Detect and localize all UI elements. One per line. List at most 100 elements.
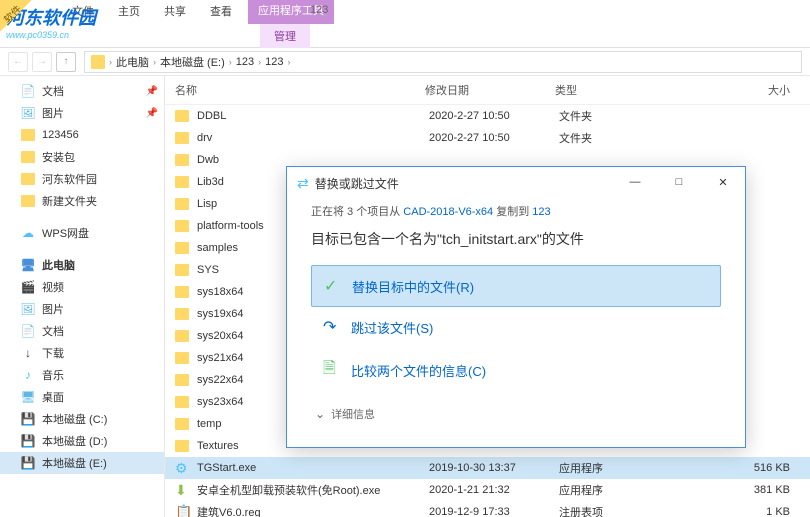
nav-up-button[interactable]: ↑ [56,52,76,72]
crumb-folder2[interactable]: 123 [265,56,283,68]
file-name: 安卓全机型卸载预装软件(免Root).exe [197,482,429,498]
sidebar-item[interactable]: 安装包 [0,146,164,168]
sidebar-item[interactable]: 123456 [0,124,164,146]
col-name[interactable]: 名称 [175,82,425,98]
nav-back-button[interactable]: ← [8,52,28,72]
dialog-titlebar: ⇄ 替换或跳过文件 — □ ✕ [287,167,745,199]
disk-icon: 💾 [20,433,36,449]
folder-icon [175,372,193,388]
col-size[interactable]: 大小 [655,82,800,98]
folder-icon [175,438,193,454]
reg-icon: 📋 [175,504,193,517]
music-icon: ♪ [20,367,36,383]
folder-icon [20,171,36,187]
sidebar-item-label: 本地磁盘 (C:) [42,411,107,427]
folder-icon [175,306,193,322]
folder-icon [175,218,193,234]
file-row[interactable]: drv2020-2-27 10:50文件夹 [165,127,810,149]
nav-forward-button[interactable]: → [32,52,52,72]
file-row[interactable]: 📋建筑V6.0.reg2019-12-9 17:33注册表项1 KB [165,501,810,517]
sidebar-wps[interactable]: ☁WPS网盘 [0,222,164,244]
pin-icon: 📌 [146,108,158,119]
file-name: 建筑V6.0.reg [197,504,429,517]
sidebar: 📄文档📌🖼图片📌123456安装包河东软件园新建文件夹☁WPS网盘🖥此电脑🎬视频… [0,76,165,517]
folder-icon [175,152,193,168]
breadcrumb-bar: ← → ↑ › 此电脑 › 本地磁盘 (E:) › 123 › 123 › [0,48,810,76]
file-row[interactable]: ⬇安卓全机型卸载预装软件(免Root).exe2020-1-21 21:32应用… [165,479,810,501]
col-date[interactable]: 修改日期 [425,82,555,98]
dialog-maximize-button[interactable]: □ [657,167,701,197]
sidebar-item-label: 图片 [42,301,64,317]
pic-icon: 🖼 [20,105,36,121]
crumb-drive[interactable]: 本地磁盘 (E:) [160,54,225,70]
sidebar-item-label: 图片 [42,105,64,121]
sidebar-item[interactable]: 🎬视频 [0,276,164,298]
file-name: TGStart.exe [197,462,429,474]
copy-icon: ⇄ [297,175,309,192]
file-row[interactable]: ⚙TGStart.exe2019-10-30 13:37应用程序516 KB [165,457,810,479]
sidebar-thispc[interactable]: 🖥此电脑 [0,254,164,276]
sidebar-item[interactable]: 📄文档 [0,320,164,342]
ribbon-tab-view[interactable]: 查看 [198,0,244,24]
sidebar-item-label: 本地磁盘 (D:) [42,433,107,449]
details-toggle[interactable]: ⌄ 详细信息 [311,394,721,422]
sidebar-item-label: 此电脑 [42,257,75,273]
ribbon-tab-share[interactable]: 共享 [152,0,198,24]
file-type: 注册表项 [559,504,659,517]
crumb-folder1[interactable]: 123 [236,56,254,68]
file-row[interactable]: DDBL2020-2-27 10:50文件夹 [165,105,810,127]
skip-icon: ↷ [323,317,341,337]
disk-icon: 💾 [20,411,36,427]
sidebar-item[interactable]: 🖼 图片 [0,298,164,320]
file-name: drv [197,132,429,144]
sidebar-item[interactable]: 💾本地磁盘 (E:) [0,452,164,474]
file-type: 文件夹 [559,130,659,146]
folder-icon [20,127,36,143]
sidebar-item[interactable]: 💾 本地磁盘 (D:) [0,430,164,452]
sidebar-item[interactable]: 河东软件园 [0,168,164,190]
dialog-minimize-button[interactable]: — [613,167,657,197]
sidebar-item[interactable]: 📄文档📌 [0,80,164,102]
dialog-close-button[interactable]: ✕ [701,167,745,197]
sidebar-item-label: 文档 [42,323,64,339]
sidebar-item-label: 安装包 [42,149,75,165]
chevron-down-icon: ⌄ [315,407,325,421]
dl-icon: ↓ [20,345,36,361]
check-icon: ✓ [324,276,342,296]
file-size: 1 KB [659,506,800,517]
copy-progress-text: 正在将 3 个项目从 CAD-2018-V6-x64 复制到 123 [311,203,721,219]
sidebar-item[interactable]: 新建文件夹 [0,190,164,212]
col-type[interactable]: 类型 [555,82,655,98]
folder-icon [175,350,193,366]
folder-icon [20,149,36,165]
file-type: 应用程序 [559,482,659,498]
crumb-pc[interactable]: 此电脑 [116,54,149,70]
sidebar-item[interactable]: 🖼 图片 📌 [0,102,164,124]
ribbon-tab-manage[interactable]: 管理 [260,24,310,48]
folder-icon [175,394,193,410]
dialog-action-skip[interactable]: ↷跳过该文件(S) [311,307,721,347]
doc-icon: 📄 [20,83,36,99]
folder-icon [20,193,36,209]
titlebar: 河东软件园 www.pc0359.cn 文件 主页 共享 查看 应用程序工具 1… [0,0,810,48]
ribbon-tab-home[interactable]: 主页 [106,0,152,24]
folder-icon [175,196,193,212]
file-type: 文件夹 [559,108,659,124]
folder-icon [175,284,193,300]
sidebar-item[interactable]: 💾 本地磁盘 (C:) [0,408,164,430]
sidebar-item[interactable]: 🖥桌面 [0,386,164,408]
desk-icon: 🖥 [20,389,36,405]
dialog-action-compare[interactable]: 🗎比较两个文件的信息(C) [311,347,721,394]
dialog-action-check[interactable]: ✓替换目标中的文件(R) [311,265,721,307]
breadcrumb-path[interactable]: › 此电脑 › 本地磁盘 (E:) › 123 › 123 › [84,51,802,73]
file-date: 2020-2-27 10:50 [429,110,559,122]
pic-icon: 🖼 [20,301,36,317]
folder-icon [175,240,193,256]
pc-icon [91,55,105,69]
sidebar-item-label: 视频 [42,279,64,295]
sidebar-item[interactable]: ♪音乐 [0,364,164,386]
column-headers: 名称 修改日期 类型 大小 [165,76,810,105]
sidebar-item[interactable]: ↓下载 [0,342,164,364]
file-date: 2019-10-30 13:37 [429,462,559,474]
sidebar-item-label: 河东软件园 [42,171,97,187]
